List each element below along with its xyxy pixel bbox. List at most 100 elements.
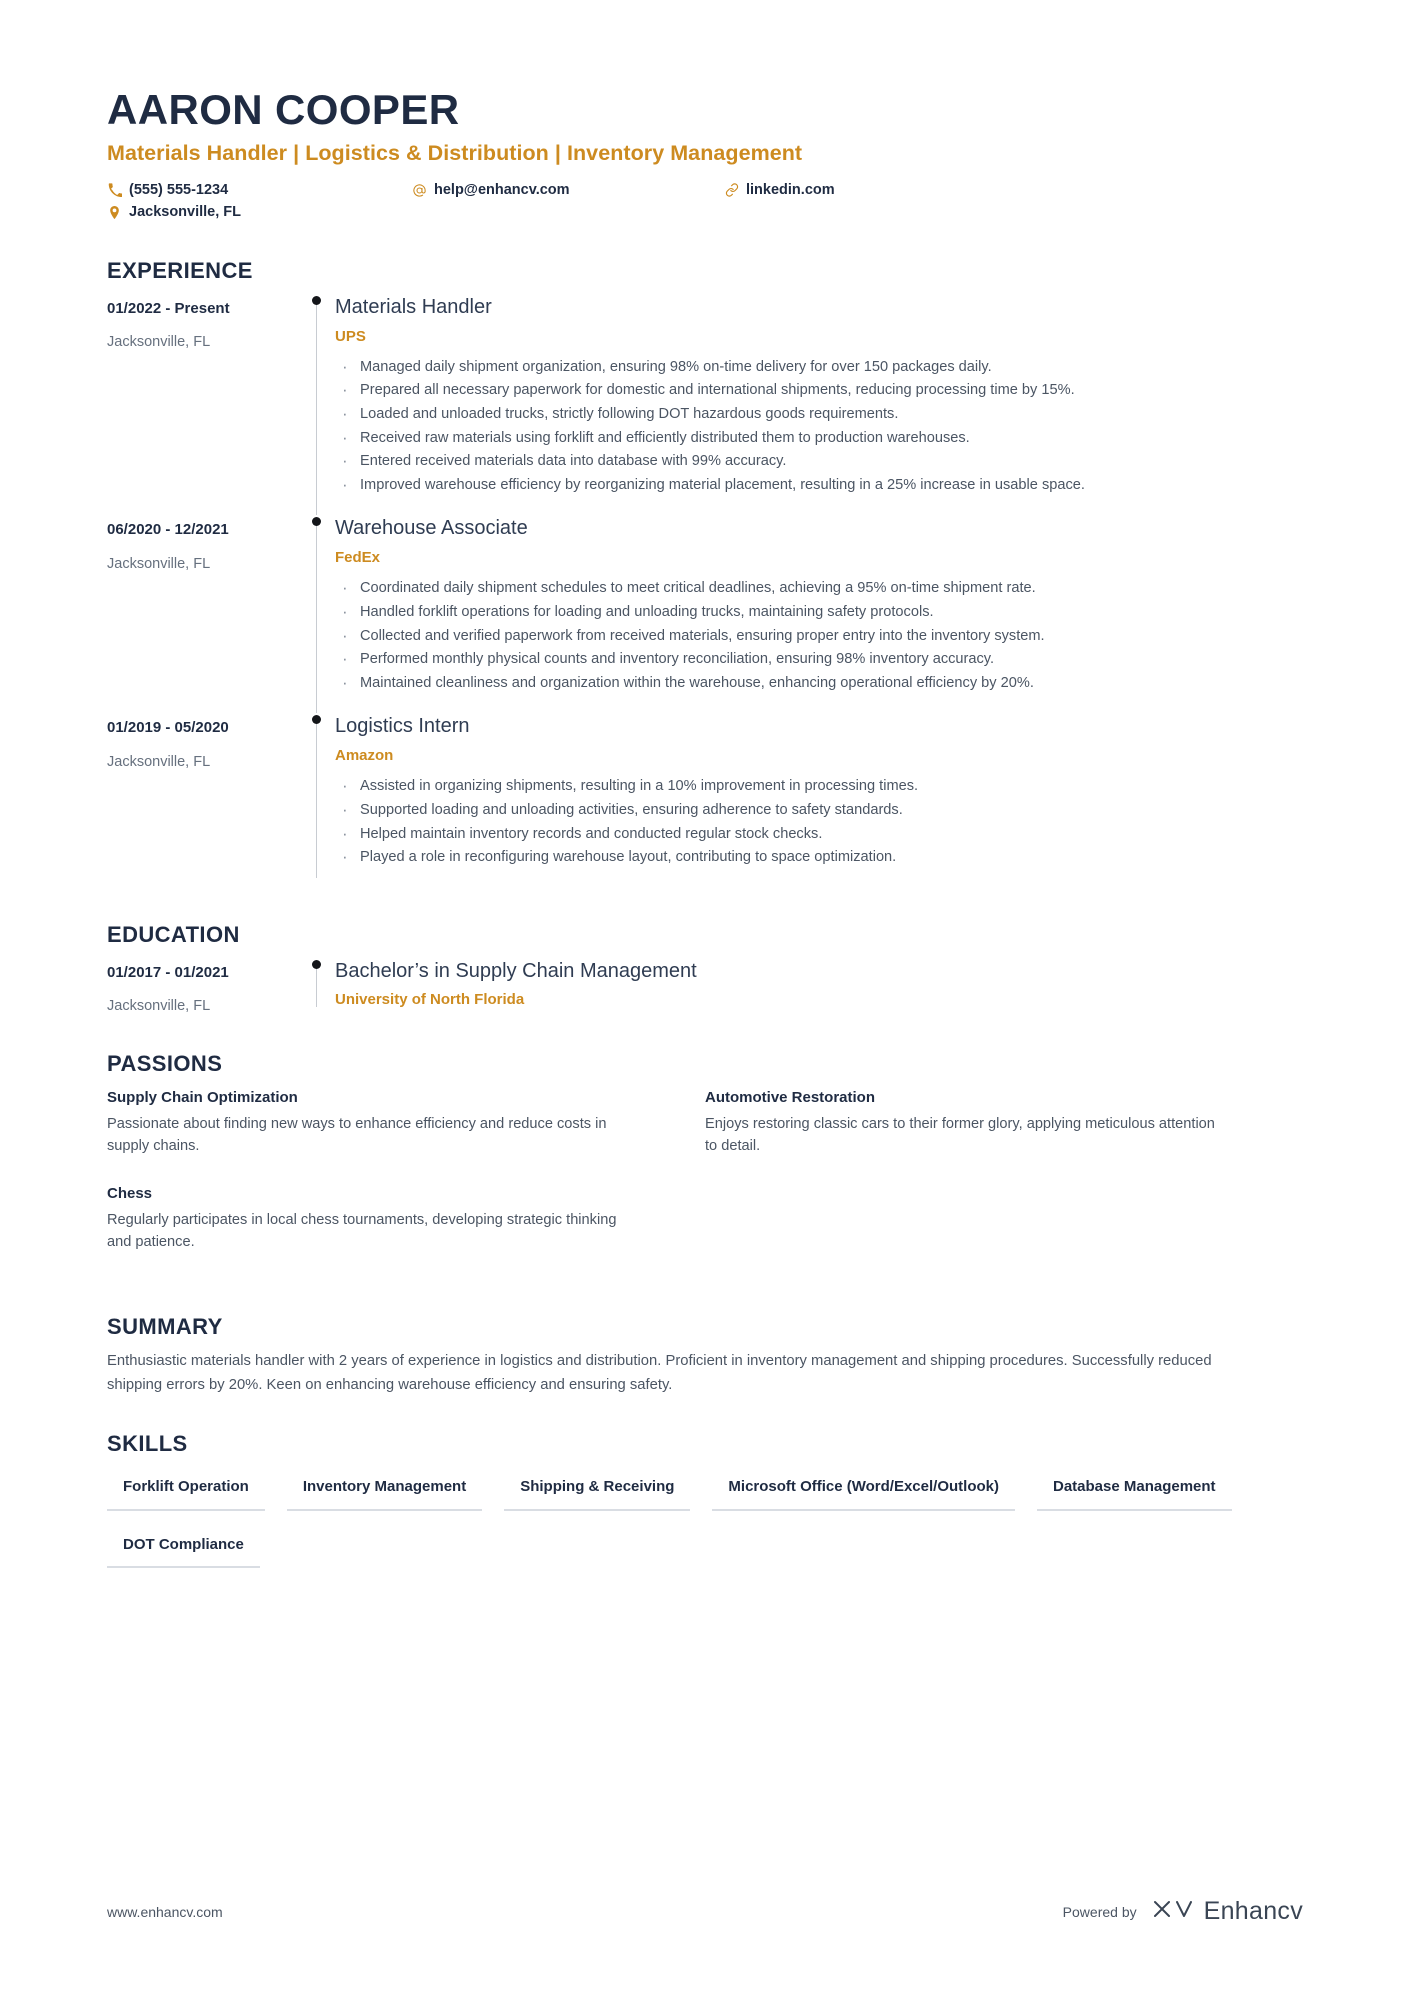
experience-company: FedEx — [335, 549, 381, 567]
experience-job-title: Materials Handler — [335, 295, 492, 318]
powered-by-label: Powered by — [1062, 1903, 1137, 1920]
skill-chip: Microsoft Office (Word/Excel/Outlook) — [712, 1467, 1015, 1511]
experience-entry-body: Logistics Intern Amazon Assisted in orga… — [335, 713, 1303, 887]
experience-entry-date: 01/2022 - Present — [107, 299, 230, 317]
list-item: Performed monthly physical counts and in… — [335, 647, 1303, 671]
experience-entry-location: Jacksonville, FL — [107, 753, 211, 770]
skill-chip: DOT Compliance — [107, 1525, 260, 1569]
experience-section: EXPERIENCE 01/2022 - Present Jacksonvill… — [107, 258, 1303, 888]
education-entry: 01/2017 - 01/2021 Jacksonville, FL Bache… — [107, 958, 1303, 1017]
education-entry-date: 01/2017 - 01/2021 — [107, 963, 229, 981]
timeline-dot — [312, 959, 321, 969]
timeline-rail — [302, 958, 335, 1017]
resume-header: AARON COOPER Materials Handler | Logisti… — [107, 0, 1303, 224]
skills-list: Forklift Operation Inventory Management … — [107, 1467, 1237, 1582]
experience-entry-date: 06/2020 - 12/2021 — [107, 521, 229, 539]
experience-bullet-list: Assisted in organizing shipments, result… — [335, 774, 1303, 869]
contact-email-value: help@enhancv.com — [434, 181, 570, 198]
summary-section-title: SUMMARY — [107, 1314, 223, 1340]
list-item: Received raw materials using forklift an… — [335, 426, 1303, 450]
list-item: Assisted in organizing shipments, result… — [335, 774, 1303, 798]
contact-details: (555) 555-1234 help@enhancv.com linkedin… — [107, 179, 1303, 224]
experience-company: UPS — [335, 327, 366, 345]
contact-location-value: Jacksonville, FL — [129, 204, 242, 221]
contact-location: Jacksonville, FL — [107, 201, 412, 223]
passion-description: Passionate about finding new ways to enh… — [107, 1115, 607, 1154]
education-entry-location: Jacksonville, FL — [107, 998, 211, 1015]
phone-icon — [107, 183, 122, 198]
passion-title: Chess — [107, 1185, 153, 1203]
contact-linkedin-value: linkedin.com — [746, 181, 835, 198]
list-item: Handled forklift operations for loading … — [335, 600, 1303, 624]
timeline-line — [316, 301, 317, 516]
passion-item: Chess Regularly participates in local ch… — [107, 1183, 705, 1254]
experience-entry: 01/2022 - Present Jacksonville, FL Mater… — [107, 294, 1303, 516]
contact-email[interactable]: help@enhancv.com — [412, 179, 724, 201]
list-item: Supported loading and unloading activiti… — [335, 798, 1303, 822]
timeline-dot — [312, 517, 321, 527]
page-title: AARON COOPER — [107, 86, 460, 133]
passion-item: Supply Chain Optimization Passionate abo… — [107, 1087, 705, 1158]
passions-section-title: PASSIONS — [107, 1050, 223, 1076]
experience-bullet-list: Coordinated daily shipment schedules to … — [335, 576, 1303, 695]
timeline-line — [316, 523, 317, 714]
contact-row-primary: (555) 555-1234 help@enhancv.com linkedin… — [107, 179, 1303, 201]
list-item: Entered received materials data into dat… — [335, 449, 1303, 473]
passion-title: Supply Chain Optimization — [107, 1088, 298, 1106]
timeline-line — [316, 721, 317, 878]
passions-grid: Supply Chain Optimization Passionate abo… — [107, 1087, 1303, 1281]
contact-linkedin[interactable]: linkedin.com — [724, 179, 835, 201]
experience-entry-meta: 06/2020 - 12/2021 Jacksonville, FL — [107, 515, 302, 713]
page-footer: www.enhancv.com Powered by Enhancv — [107, 1896, 1303, 1927]
list-item: Maintained cleanliness and organization … — [335, 671, 1303, 695]
education-school: University of North Florida — [335, 990, 525, 1008]
timeline-rail — [302, 294, 335, 516]
timeline-dot — [312, 715, 321, 725]
experience-entry-location: Jacksonville, FL — [107, 555, 211, 572]
summary-section: SUMMARY Enthusiastic materials handler w… — [107, 1314, 1303, 1397]
education-entry-meta: 01/2017 - 01/2021 Jacksonville, FL — [107, 958, 302, 1017]
experience-entry-date: 01/2019 - 05/2020 — [107, 719, 229, 737]
education-entry-body: Bachelor’s in Supply Chain Management Un… — [335, 958, 1303, 1017]
skill-chip: Forklift Operation — [107, 1467, 265, 1511]
list-item: Played a role in reconfiguring warehouse… — [335, 845, 1303, 869]
skill-chip: Inventory Management — [286, 1467, 483, 1511]
list-item: Coordinated daily shipment schedules to … — [335, 576, 1303, 600]
experience-entry-meta: 01/2019 - 05/2020 Jacksonville, FL — [107, 713, 302, 887]
skills-section-title: SKILLS — [107, 1431, 188, 1457]
list-item: Loaded and unloaded trucks, strictly fol… — [335, 402, 1303, 426]
skills-section: SKILLS Forklift Operation Inventory Mana… — [107, 1431, 1303, 1582]
enhancv-logo-icon — [1151, 1896, 1195, 1927]
skill-chip: Database Management — [1037, 1467, 1232, 1511]
summary-text: Enthusiastic materials handler with 2 ye… — [107, 1353, 1212, 1393]
list-item: Helped maintain inventory records and co… — [335, 822, 1303, 846]
experience-job-title: Warehouse Associate — [335, 517, 528, 540]
timeline-rail — [302, 515, 335, 714]
experience-entry-meta: 01/2022 - Present Jacksonville, FL — [107, 294, 302, 516]
footer-branding: Powered by Enhancv — [1063, 1896, 1303, 1927]
timeline-rail — [302, 713, 335, 887]
education-section-title: EDUCATION — [107, 921, 240, 947]
passions-section: PASSIONS Supply Chain Optimization Passi… — [107, 1051, 1303, 1281]
timeline-line — [316, 965, 317, 1007]
experience-job-title: Logistics Intern — [335, 715, 470, 738]
experience-bullet-list: Managed daily shipment organization, ens… — [335, 355, 1303, 497]
map-pin-icon — [107, 205, 122, 220]
resume-page: AARON COOPER Materials Handler | Logisti… — [0, 0, 1410, 1995]
list-item: Managed daily shipment organization, ens… — [335, 355, 1303, 379]
experience-entry: 01/2019 - 05/2020 Jacksonville, FL Logis… — [107, 713, 1303, 887]
footer-website-url[interactable]: www.enhancv.com — [107, 1904, 223, 1920]
enhancv-brand: Enhancv — [1151, 1896, 1303, 1927]
skill-chip: Shipping & Receiving — [504, 1467, 691, 1511]
experience-entry-body: Warehouse Associate FedEx Coordinated da… — [335, 515, 1303, 713]
contact-phone-value: (555) 555-1234 — [129, 181, 229, 198]
passion-description: Regularly participates in local chess to… — [107, 1212, 617, 1251]
link-icon — [724, 183, 739, 198]
enhancv-brand-name: Enhancv — [1203, 1897, 1303, 1925]
experience-company: Amazon — [335, 747, 394, 765]
contact-phone[interactable]: (555) 555-1234 — [107, 179, 412, 201]
education-section: EDUCATION 01/2017 - 01/2021 Jacksonville… — [107, 922, 1303, 1017]
education-degree: Bachelor’s in Supply Chain Management — [335, 959, 697, 982]
passion-description: Enjoys restoring classic cars to their f… — [705, 1115, 1215, 1154]
passion-item: Automotive Restoration Enjoys restoring … — [705, 1087, 1303, 1158]
